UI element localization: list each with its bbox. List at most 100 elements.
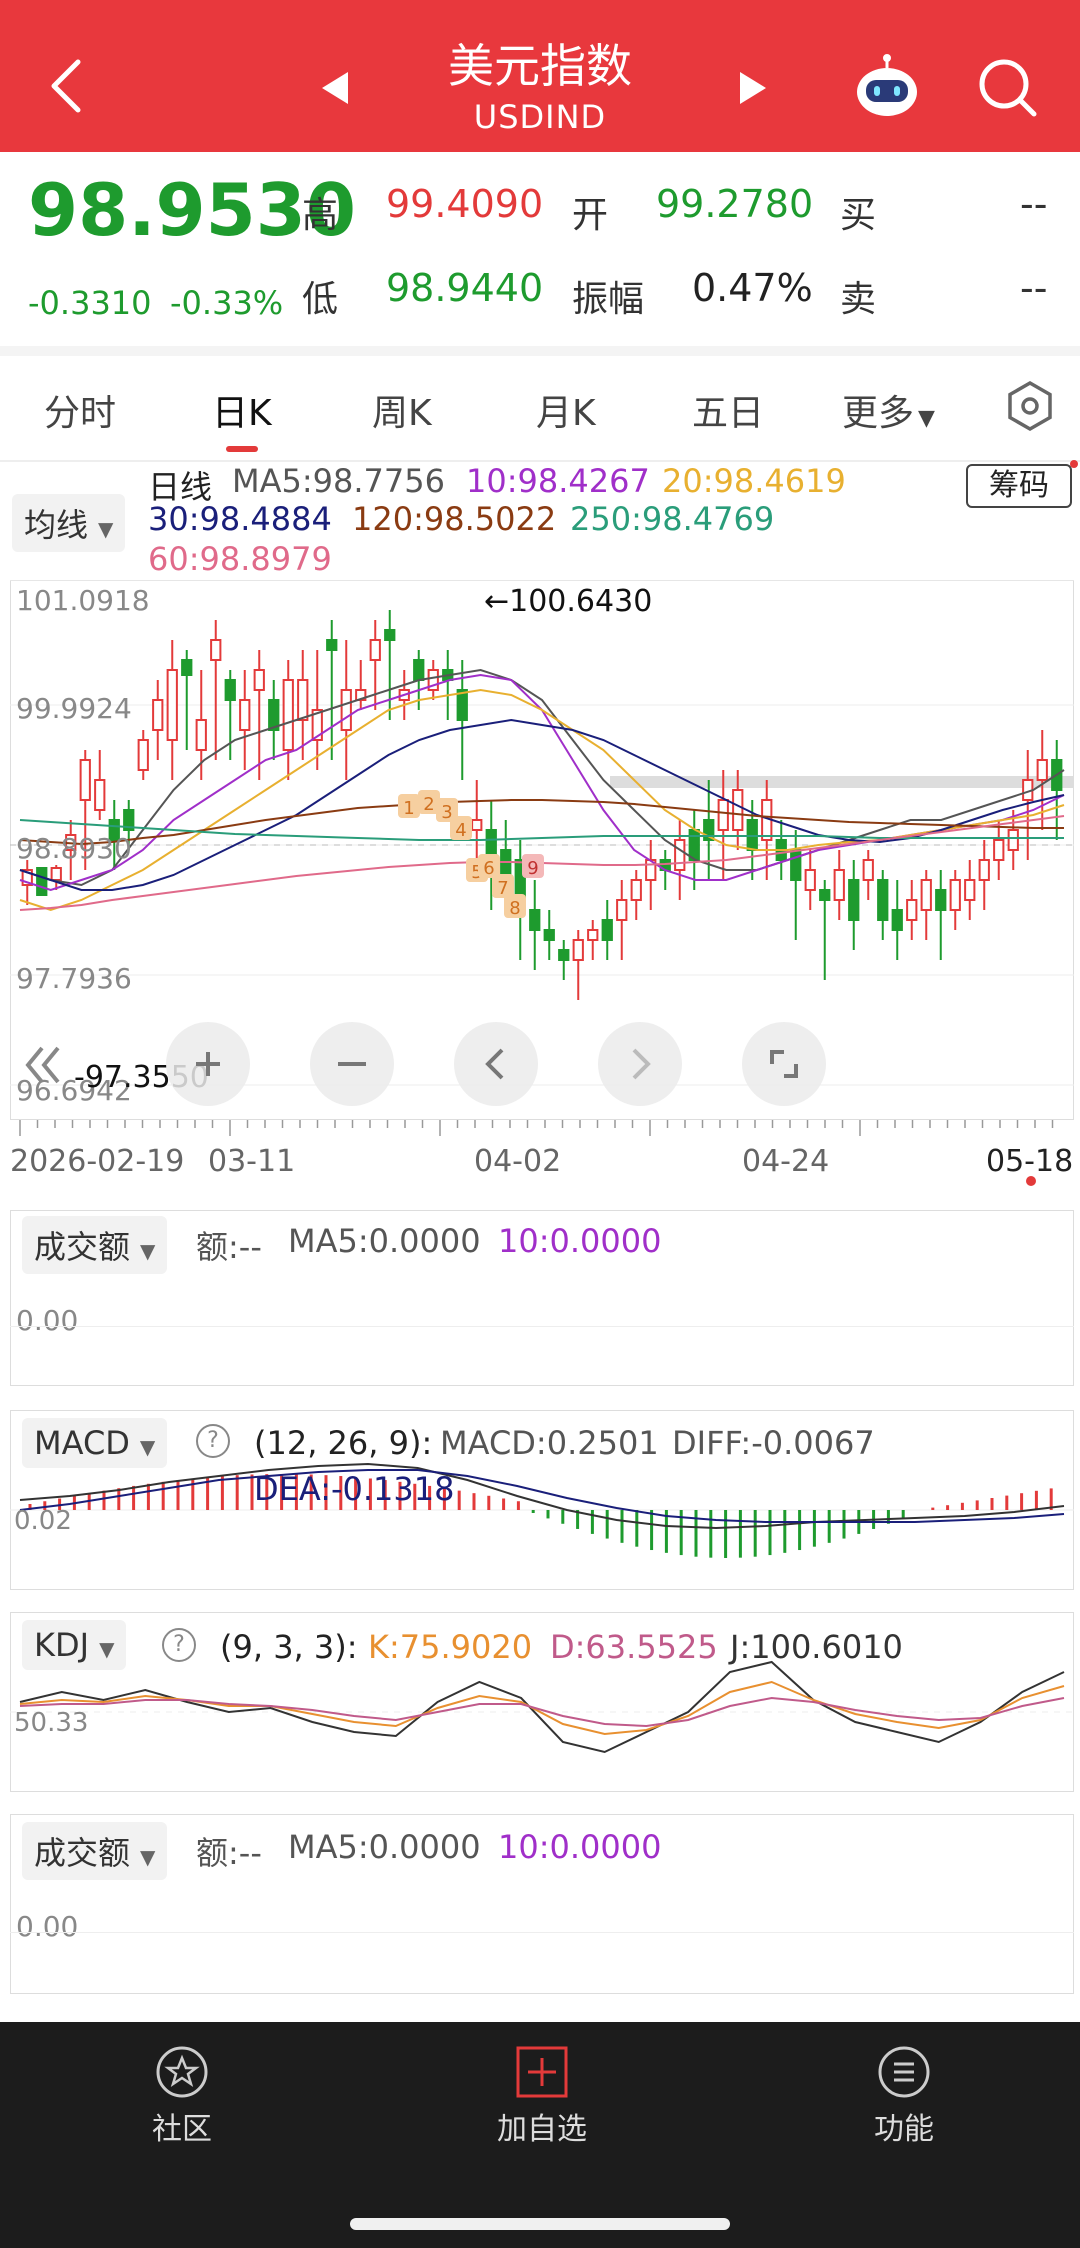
- k-value: K:75.9020: [368, 1628, 533, 1666]
- scroll-right-button[interactable]: [598, 1022, 682, 1106]
- nav-functions-label[interactable]: 功能: [804, 2104, 1004, 2148]
- x-axis-ticks: [19, 1120, 1054, 1136]
- menu-icon[interactable]: [876, 2044, 932, 2100]
- svg-text:4: 4: [455, 820, 466, 841]
- buy-value: --: [1020, 182, 1048, 226]
- candle-body: [326, 639, 338, 651]
- sell-value: --: [1020, 266, 1048, 310]
- candle-body: [848, 879, 860, 921]
- td-count-marker: 1: [398, 794, 420, 819]
- candle-body: [152, 699, 164, 731]
- tab-intraday[interactable]: 分时: [44, 384, 116, 436]
- zoom-out-button[interactable]: [310, 1022, 394, 1106]
- candle-body: [978, 859, 990, 881]
- next-symbol-icon[interactable]: [736, 68, 770, 108]
- chevron-right-icon: [632, 1048, 651, 1080]
- ma20-value: 20:98.4619: [662, 462, 846, 500]
- help-icon[interactable]: ?: [162, 1628, 196, 1662]
- max-price-annotation: ←100.6430: [484, 584, 653, 619]
- zoom-in-button[interactable]: [166, 1022, 250, 1106]
- candle-body: [384, 629, 396, 641]
- fullscreen-button[interactable]: [742, 1022, 826, 1106]
- add-watchlist-icon[interactable]: [514, 2044, 570, 2100]
- volume-selector-2[interactable]: 成交额 ▼: [22, 1822, 168, 1880]
- ma60-value: 60:98.8979: [148, 540, 332, 578]
- candle-body: [529, 909, 541, 931]
- svg-text:1: 1: [403, 798, 414, 819]
- candle-body: [166, 669, 178, 741]
- volume-ma10: 10:0.0000: [498, 1222, 662, 1260]
- macd-params: (12, 26, 9):: [254, 1424, 433, 1462]
- low-value: 98.9440: [386, 266, 544, 310]
- svg-text:2: 2: [423, 794, 434, 815]
- tab-weekly-k[interactable]: 周K: [372, 384, 432, 436]
- candle-body: [558, 949, 570, 961]
- plus-icon: [196, 1052, 220, 1076]
- candle-body: [630, 879, 642, 901]
- candle-body: [210, 639, 222, 661]
- candle-body: [587, 929, 599, 941]
- sell-label: 卖: [840, 279, 877, 320]
- candle-body: [877, 879, 889, 921]
- candle-body: [224, 679, 236, 701]
- candle-body: [1036, 759, 1048, 781]
- amplitude-value: 0.47%: [692, 266, 813, 310]
- candle-body: [369, 639, 381, 661]
- kdj-selector[interactable]: KDJ ▼: [22, 1620, 127, 1670]
- volume-ma10-2: 10:0.0000: [498, 1828, 662, 1866]
- x-tick-label: 03-11: [208, 1144, 296, 1179]
- tab-more[interactable]: 更多 ▼: [842, 384, 935, 436]
- volume-selector[interactable]: 成交额 ▼: [22, 1216, 168, 1274]
- candle-body: [732, 789, 744, 831]
- amplitude-label: 振幅: [572, 279, 645, 320]
- volume-amount: 额:--: [196, 1228, 262, 1266]
- candle-body: [50, 867, 62, 881]
- macd-value: MACD:0.2501: [440, 1424, 659, 1462]
- chips-button[interactable]: 筹码: [966, 464, 1072, 508]
- chevron-left-icon: [485, 1048, 504, 1080]
- candle-body: [543, 929, 555, 941]
- robot-assistant-icon[interactable]: [852, 52, 922, 122]
- tab-five-day[interactable]: 五日: [692, 384, 764, 436]
- notification-dot: [1070, 460, 1078, 468]
- ma250-value: 250:98.4769: [570, 500, 775, 538]
- macd-selector[interactable]: MACD ▼: [22, 1418, 168, 1468]
- nav-add-watchlist-label[interactable]: 加自选: [442, 2104, 642, 2148]
- td-count-marker: 8: [504, 894, 526, 919]
- help-icon[interactable]: ?: [196, 1424, 230, 1458]
- svg-text:9: 9: [527, 858, 538, 879]
- candle-body: [572, 939, 584, 961]
- candle-body: [804, 869, 816, 891]
- scroll-left-button[interactable]: [454, 1022, 538, 1106]
- nav-community-label[interactable]: 社区: [82, 2104, 282, 2148]
- tab-monthly-k[interactable]: 月K: [536, 384, 596, 436]
- candle-body: [993, 839, 1005, 861]
- x-tick-label: 04-24: [742, 1144, 830, 1179]
- candle-body: [282, 679, 294, 751]
- ma-selector[interactable]: 均线 ▼: [12, 494, 126, 552]
- j-line: [19, 1660, 1065, 1754]
- community-icon[interactable]: [154, 2044, 210, 2100]
- candle-body: [891, 909, 903, 931]
- active-tab-indicator: [226, 446, 258, 452]
- ma30-value: 30:98.4884: [148, 500, 332, 538]
- x-tick-label: 2026-02-19: [10, 1144, 185, 1179]
- settings-gear-icon[interactable]: [1004, 380, 1056, 432]
- candle-body: [195, 719, 207, 751]
- candle-body: [688, 829, 700, 861]
- candle-body: [949, 879, 961, 911]
- candle-body: [413, 659, 425, 681]
- candle-body: [1007, 829, 1019, 851]
- search-icon[interactable]: [976, 56, 1040, 120]
- kdj-tick: 50.33: [14, 1708, 89, 1738]
- open-value: 99.2780: [656, 182, 814, 226]
- ma120-value: 120:98.5022: [352, 500, 557, 538]
- tab-daily-k[interactable]: 日K: [212, 384, 272, 436]
- collapse-left-icon[interactable]: [20, 1040, 70, 1090]
- candle-body: [935, 889, 947, 911]
- ma5-value: MA5:98.7756: [232, 462, 445, 500]
- candle-body: [253, 669, 265, 691]
- diff-value: DIFF:-0.0067: [672, 1424, 875, 1462]
- candle-body: [239, 699, 251, 731]
- k-line: [19, 1680, 1065, 1736]
